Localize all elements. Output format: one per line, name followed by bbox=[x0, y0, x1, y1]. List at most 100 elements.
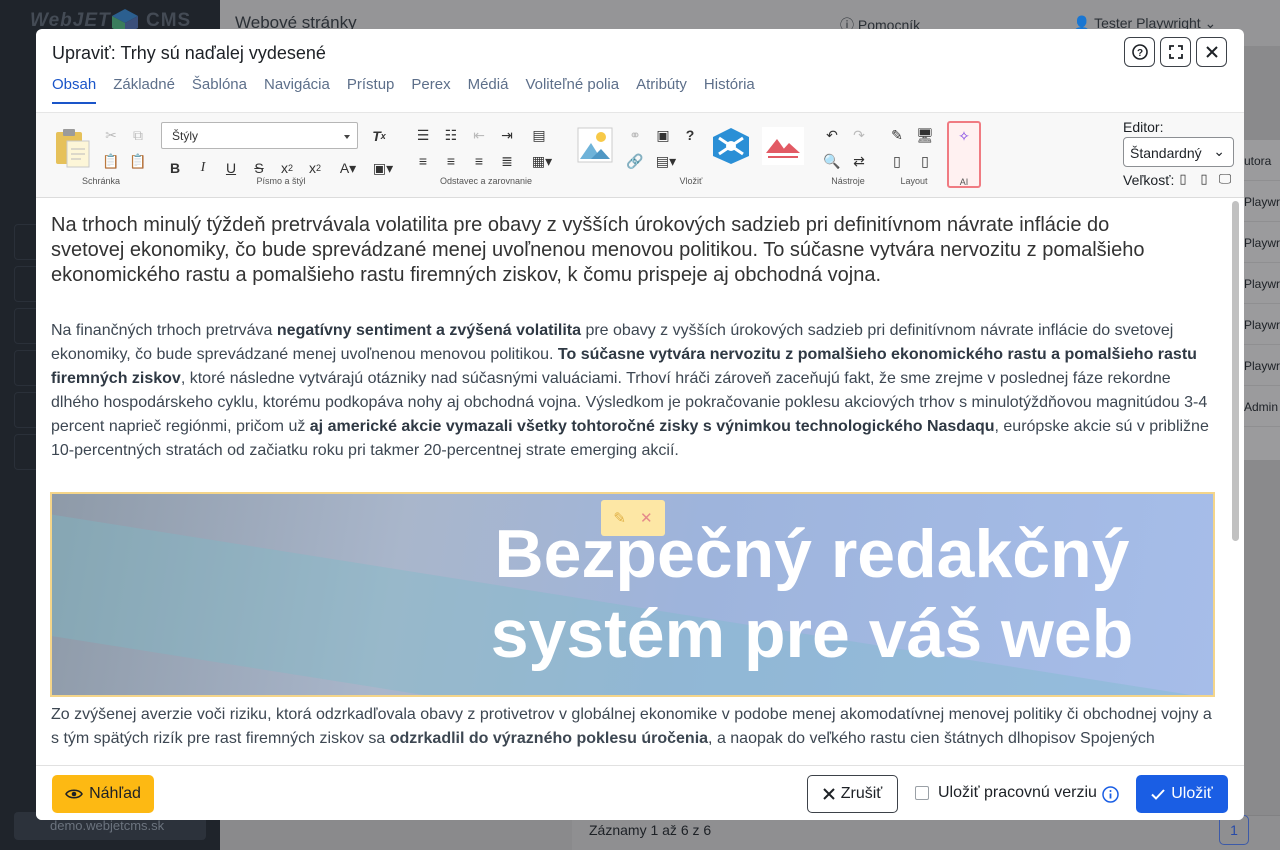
special-char-icon[interactable]: ? bbox=[679, 124, 701, 146]
tablet-view-icon[interactable]: ▯ bbox=[886, 150, 908, 172]
tab-obsah[interactable]: Obsah bbox=[52, 76, 97, 104]
info-icon[interactable] bbox=[1102, 786, 1119, 803]
editor-label: Editor: bbox=[1123, 119, 1164, 135]
numbered-list-icon[interactable]: ☷ bbox=[440, 124, 462, 146]
body-paragraph-2: Zo zvýšenej averzie voči riziku, ktorá o… bbox=[51, 703, 1221, 751]
edit-layout-icon[interactable]: ✎ bbox=[886, 124, 908, 146]
bold-run: odzrkadlil do výrazného poklesu úročenia bbox=[389, 730, 709, 747]
domain-label: demo.webjetcms.sk bbox=[50, 818, 165, 833]
block-icon[interactable]: ▤ bbox=[528, 124, 550, 146]
table-header: utora bbox=[1244, 140, 1280, 181]
tab-bar: Obsah Základné Šablóna Navigácia Prístup… bbox=[52, 76, 772, 104]
ai-group: ✧ AI bbox=[947, 121, 981, 188]
table-row: Playwrig bbox=[1244, 181, 1280, 222]
chevron-down-icon: ⌄ bbox=[1213, 143, 1225, 159]
help-icon: ? bbox=[1131, 44, 1148, 60]
table-row: Playwrig bbox=[1244, 304, 1280, 345]
group-label-ai: AI bbox=[959, 177, 969, 187]
draft-checkbox[interactable] bbox=[915, 786, 929, 800]
form-icon[interactable]: ▤▾ bbox=[652, 150, 680, 172]
preview-button[interactable]: Náhľad bbox=[52, 775, 154, 813]
size-tablet-icon[interactable]: ▯ bbox=[1193, 168, 1215, 190]
cancel-button[interactable]: Zrušiť bbox=[807, 775, 898, 813]
copy-icon[interactable]: ⧉ bbox=[127, 124, 149, 146]
size-phone-icon[interactable]: ▯ bbox=[1172, 168, 1194, 190]
dialog-title: Upraviť: Trhy sú naďalej vydesené bbox=[52, 43, 326, 63]
bold-run: aj americké akcie vymazali všetky tohtor… bbox=[309, 418, 995, 435]
text-run: Na finančných trhoch pretrváva bbox=[51, 322, 277, 339]
text-color-icon[interactable]: A▾ bbox=[334, 157, 362, 179]
tab-perex[interactable]: Perex bbox=[411, 76, 450, 104]
group-label-insert: Vložiť bbox=[679, 176, 703, 186]
desktop-view-icon[interactable]: 🖥 bbox=[914, 124, 936, 146]
eye-icon bbox=[65, 789, 84, 799]
find-icon[interactable]: 🔍 bbox=[821, 150, 843, 172]
editor-content[interactable]: Na trhoch minulý týždeň pretrvávala vola… bbox=[36, 199, 1244, 767]
replace-icon[interactable]: ⇄ bbox=[848, 150, 870, 172]
image-toolbar: ✎ ✕ bbox=[601, 500, 665, 536]
fullscreen-button[interactable] bbox=[1160, 37, 1191, 67]
editor-select-value: Štandardný bbox=[1130, 145, 1202, 161]
table-row: Playwrig bbox=[1244, 263, 1280, 304]
paste-word-icon[interactable]: 📋 bbox=[127, 150, 149, 172]
outdent-icon[interactable]: ⇤ bbox=[468, 124, 490, 146]
tab-media[interactable]: Médiá bbox=[468, 76, 509, 104]
help-button[interactable]: ? bbox=[1124, 37, 1155, 67]
text-run: , a naopak do veľkého rastu cien štátnyc… bbox=[708, 730, 1155, 747]
tab-navigacia[interactable]: Navigácia bbox=[264, 76, 330, 104]
table-footer: Záznamy 1 až 6 z 6 bbox=[572, 815, 1280, 850]
app-icon[interactable] bbox=[710, 126, 752, 166]
preview-label: Náhľad bbox=[89, 785, 141, 802]
bold-run: negatívny sentiment a zvýšená volatilita bbox=[276, 322, 581, 339]
size-label: Veľkosť: bbox=[1123, 172, 1175, 188]
embed-icon[interactable]: ▣ bbox=[652, 124, 674, 146]
save-button[interactable]: Uložiť bbox=[1136, 775, 1228, 813]
bullet-list-icon[interactable]: ☰ bbox=[412, 124, 434, 146]
tab-atributy[interactable]: Atribúty bbox=[636, 76, 687, 104]
size-desktop-icon[interactable]: 🖵 bbox=[1214, 168, 1236, 190]
indent-icon[interactable]: ⇥ bbox=[496, 124, 518, 146]
tab-historia[interactable]: História bbox=[704, 76, 755, 104]
align-left-icon[interactable]: ≡ bbox=[412, 150, 434, 172]
tab-pristup[interactable]: Prístup bbox=[347, 76, 395, 104]
table-row: Playwrig bbox=[1244, 222, 1280, 263]
delete-icon[interactable]: ✕ bbox=[640, 509, 653, 527]
italic-icon[interactable]: I bbox=[192, 157, 214, 179]
link-icon[interactable]: 🔗 bbox=[624, 150, 646, 172]
tab-volitelne-polia[interactable]: Voliteľné polia bbox=[525, 76, 619, 104]
align-right-icon[interactable]: ≡ bbox=[468, 150, 490, 172]
cancel-label: Zrušiť bbox=[840, 785, 883, 802]
edit-pencil-icon[interactable]: ✎ bbox=[613, 509, 626, 527]
ai-sparkle-icon[interactable]: ✧ bbox=[953, 125, 975, 147]
group-label-paragraph: Odstavec a zarovnanie bbox=[439, 176, 533, 186]
scrollbar[interactable] bbox=[1232, 201, 1239, 541]
undo-icon[interactable]: ↶ bbox=[821, 124, 843, 146]
group-label-font: Písmo a štýl bbox=[256, 176, 306, 186]
close-icon bbox=[1205, 46, 1218, 58]
paste-text-icon[interactable]: 📋 bbox=[100, 150, 122, 172]
tab-sablona[interactable]: Šablóna bbox=[192, 76, 247, 104]
image-icon[interactable] bbox=[577, 127, 613, 163]
styles-dropdown[interactable]: Štýly bbox=[161, 122, 358, 149]
background-table: utora Playwrig Playwrig Playwrig Playwri… bbox=[1244, 140, 1280, 460]
table-icon[interactable]: ▦▾ bbox=[528, 150, 556, 172]
bold-icon[interactable]: B bbox=[164, 157, 186, 179]
cut-icon[interactable]: ✂ bbox=[100, 124, 122, 146]
editor-select[interactable]: Štandardný ⌄ bbox=[1123, 137, 1234, 167]
group-label-clipboard: Schránka bbox=[81, 176, 121, 186]
remove-format-icon[interactable]: Tx bbox=[368, 125, 390, 147]
banner-line: systém pre váš web bbox=[490, 596, 1134, 672]
dialog-footer: Náhľad Zrušiť Uložiť pracovnú verziu Ulo… bbox=[36, 765, 1244, 820]
logo-text: WebJET bbox=[30, 10, 111, 31]
paste-icon[interactable] bbox=[53, 127, 91, 169]
close-button[interactable] bbox=[1196, 37, 1227, 67]
gallery-icon[interactable] bbox=[762, 127, 804, 165]
redo-icon[interactable]: ↷ bbox=[848, 124, 870, 146]
phone-view-icon[interactable]: ▯ bbox=[914, 150, 936, 172]
table-row: Playwrig bbox=[1244, 345, 1280, 386]
background-color-icon[interactable]: ▣▾ bbox=[368, 157, 398, 179]
tab-zakladne[interactable]: Základné bbox=[113, 76, 175, 104]
unlink-icon[interactable]: ⚭ bbox=[624, 124, 646, 146]
justify-icon[interactable]: ≣ bbox=[496, 150, 518, 172]
align-center-icon[interactable]: ≡ bbox=[440, 150, 462, 172]
